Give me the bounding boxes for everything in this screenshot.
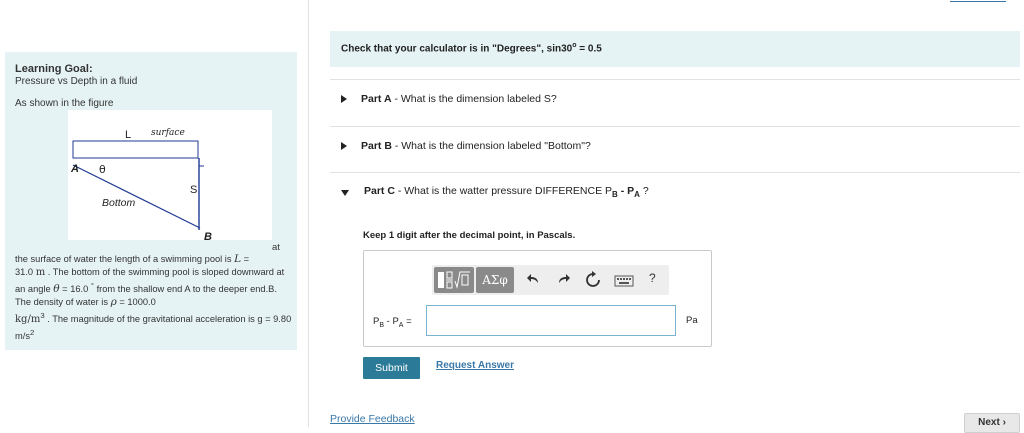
next-label: Next bbox=[978, 417, 1000, 428]
calculator-notice: Check that your calculator is in "Degree… bbox=[330, 31, 1020, 67]
separator bbox=[330, 126, 1020, 127]
desc-text-3: 31.0 bbox=[15, 267, 36, 277]
part-a-header[interactable]: Part A - What is the dimension labeled S… bbox=[361, 93, 557, 105]
symbols-button[interactable]: ΑΣφ bbox=[476, 267, 514, 293]
density-unit: kg/m bbox=[15, 314, 41, 326]
chevron-right-icon: › bbox=[1002, 417, 1006, 428]
pool-figure: L surface A θ S Bottom B bbox=[68, 110, 272, 240]
expand-part-b-icon[interactable] bbox=[341, 142, 347, 150]
label-surface: surface bbox=[151, 128, 185, 138]
unit-m: m bbox=[35, 267, 46, 278]
provide-feedback-link[interactable]: Provide Feedback bbox=[330, 413, 415, 425]
desc-text-8: . The magnitude of the gravitational acc… bbox=[15, 314, 292, 342]
part-a-label: Part A bbox=[361, 93, 392, 105]
part-c-header[interactable]: Part C - What is the watter pressure DIF… bbox=[364, 185, 649, 199]
slope-bottom-line bbox=[72, 164, 201, 229]
calc-text-tail: = 0.5 bbox=[576, 43, 602, 55]
instruction-text: Keep 1 digit after the decimal point, in… bbox=[363, 230, 576, 241]
collapse-part-c-icon[interactable] bbox=[341, 190, 349, 196]
calc-text-main: Check that your calculator is in "Degree… bbox=[341, 43, 573, 55]
calculator-notice-text: Check that your calculator is in "Degree… bbox=[341, 42, 602, 54]
part-c-question: - What is the watter pressure DIFFERENCE… bbox=[394, 185, 612, 197]
separator bbox=[330, 79, 1020, 80]
answer-label: PB - PA = bbox=[373, 316, 412, 329]
reset-icon[interactable] bbox=[585, 271, 601, 289]
learning-goal-intro: As shown in the figure bbox=[15, 98, 114, 109]
expand-part-a-icon[interactable] bbox=[341, 95, 347, 103]
learning-goal-subtitle: Pressure vs Depth in a fluid bbox=[15, 76, 138, 87]
g-exponent: 2 bbox=[29, 328, 35, 338]
unit-label: Pa bbox=[686, 315, 698, 326]
templates-button[interactable] bbox=[434, 267, 474, 293]
separator bbox=[330, 172, 1020, 173]
help-button[interactable]: ? bbox=[649, 271, 656, 285]
next-button[interactable]: Next › bbox=[964, 413, 1020, 433]
fraction-root-template-icon bbox=[438, 271, 470, 289]
redo-icon[interactable] bbox=[556, 271, 572, 289]
label-S: S bbox=[190, 184, 197, 196]
label-L: L bbox=[125, 129, 131, 141]
part-a-question: - What is the dimension labeled S? bbox=[391, 93, 557, 105]
part-c-label: Part C bbox=[364, 185, 395, 197]
desc-text-1: the surface of water the length of a swi… bbox=[15, 254, 235, 264]
answer-label-eq: = bbox=[403, 316, 412, 327]
math-toolbar: ΑΣφ ? bbox=[432, 265, 669, 295]
pool-diagram: L surface A θ S Bottom B bbox=[70, 128, 212, 240]
answer-label-mid: - P bbox=[384, 316, 399, 327]
learning-goal-panel: Learning Goal: Pressure vs Depth in a fl… bbox=[5, 52, 297, 350]
part-b-header[interactable]: Part B - What is the dimension labeled "… bbox=[361, 140, 591, 152]
label-bottom: Bottom bbox=[102, 197, 136, 209]
figure-trailing-text: at bbox=[272, 242, 280, 253]
label-B: B bbox=[204, 231, 212, 240]
part-b-label: Part B bbox=[361, 140, 392, 152]
column-divider bbox=[308, 0, 309, 427]
undo-icon[interactable] bbox=[525, 271, 541, 289]
problem-description: the surface of water the length of a swi… bbox=[15, 253, 295, 343]
submit-button[interactable]: Submit bbox=[363, 357, 420, 379]
desc-text-2: = bbox=[241, 254, 250, 264]
part-b-question: - What is the dimension labeled "Bottom"… bbox=[391, 140, 591, 152]
desc-text-5: = 16.0 bbox=[59, 284, 91, 295]
desc-text-7: = 1000.0 bbox=[116, 297, 156, 308]
part-c-end: ? bbox=[639, 185, 649, 197]
request-answer-link[interactable]: Request Answer bbox=[436, 360, 514, 371]
label-A: A bbox=[70, 163, 79, 175]
label-theta: θ bbox=[99, 163, 106, 176]
top-review-link[interactable] bbox=[950, 0, 1006, 2]
learning-goal-title: Learning Goal: bbox=[15, 63, 93, 75]
part-c-minus: - P bbox=[617, 185, 635, 197]
keyboard-icon[interactable] bbox=[614, 271, 634, 289]
water-surface-box bbox=[72, 140, 199, 159]
answer-input[interactable] bbox=[426, 305, 676, 336]
